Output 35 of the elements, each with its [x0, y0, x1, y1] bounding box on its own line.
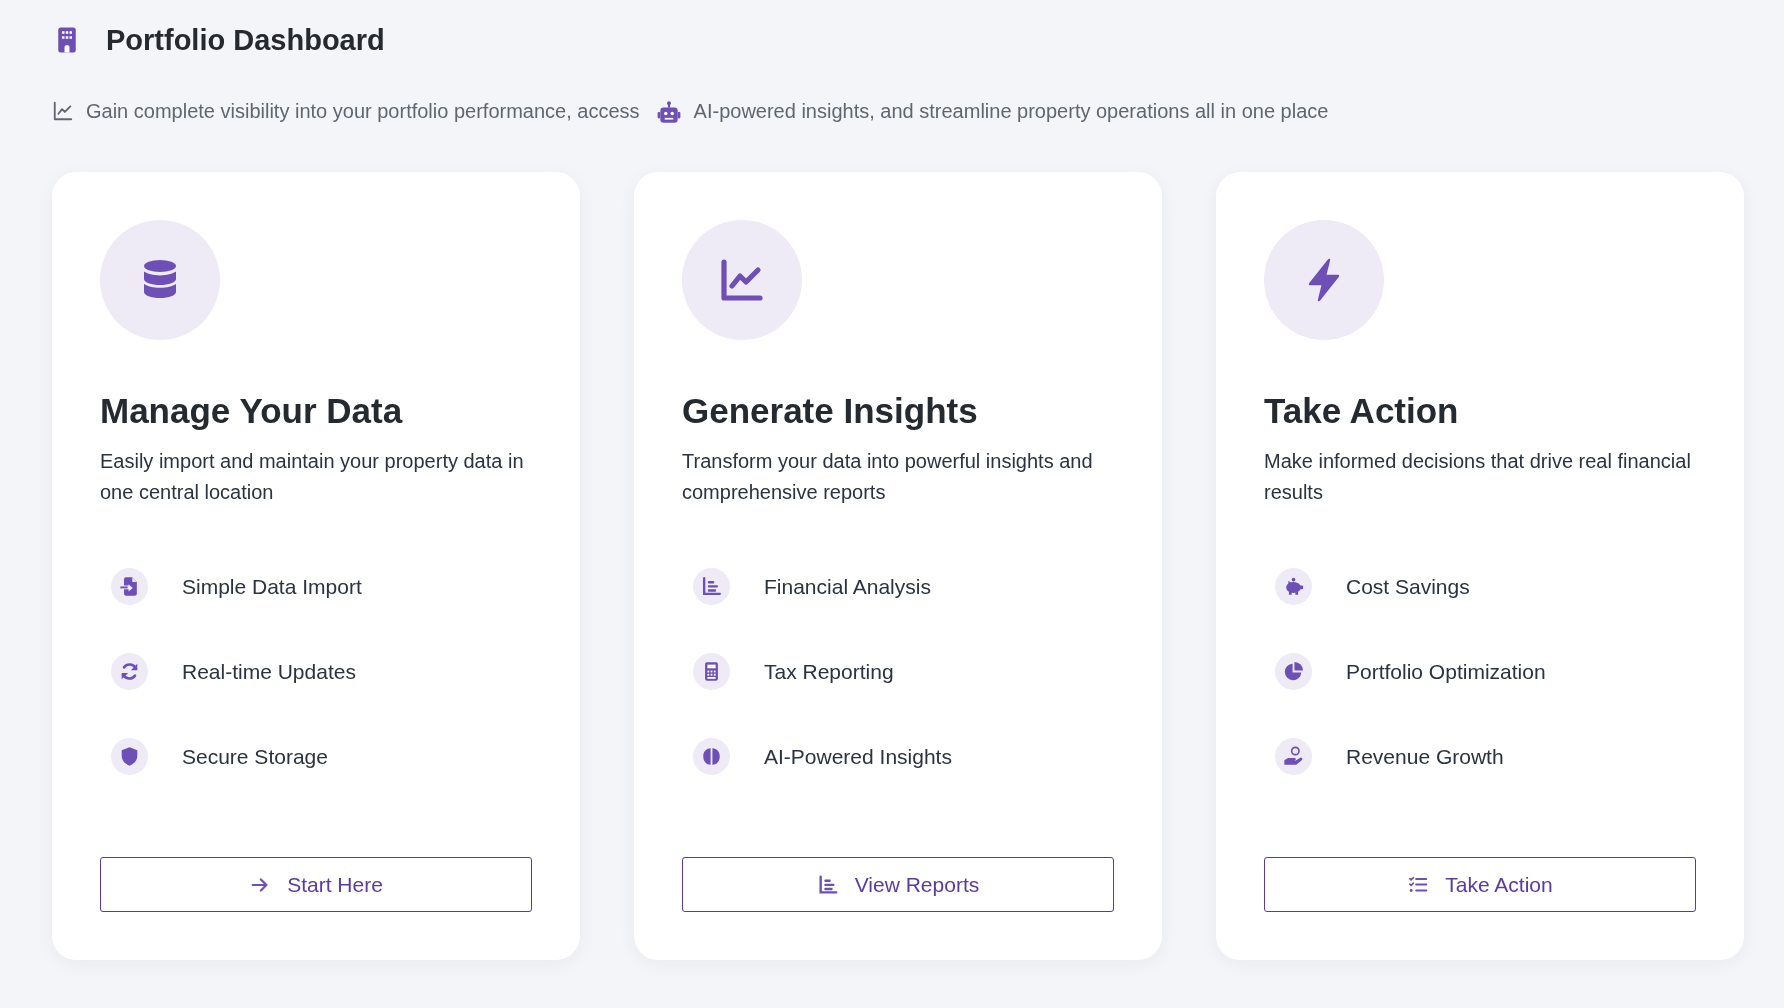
robot-icon [655, 99, 682, 126]
bar-chart-icon [693, 568, 730, 605]
action-button[interactable]: Start Here [100, 857, 532, 912]
refresh-icon [111, 653, 148, 690]
card-title: Manage Your Data [100, 390, 404, 432]
brain-icon [693, 738, 730, 775]
feature-label: Revenue Growth [1346, 743, 1504, 770]
hand-coin-icon [1275, 738, 1312, 775]
action-button[interactable]: Take Action [1264, 857, 1696, 912]
feature-label: Tax Reporting [764, 658, 894, 685]
card-description: Transform your data into powerful insights and comprehensive reports [682, 449, 1094, 505]
feature-label: Real-time Updates [182, 658, 356, 685]
card-title: Generate Insights [682, 390, 979, 432]
lightning-icon [1264, 220, 1384, 340]
feature-label: AI-Powered Insights [764, 743, 952, 770]
action-button[interactable]: View Reports [682, 857, 1114, 912]
card-description: Easily import and maintain your property data in one central location [100, 449, 525, 505]
database-icon [100, 220, 220, 340]
subtitle-text: Gain complete visibility into your portfolio performance, access [86, 99, 640, 124]
feature-label: Simple Data Import [182, 573, 362, 600]
feature-label: Secure Storage [182, 743, 328, 770]
feature-label: Portfolio Optimization [1346, 658, 1546, 685]
feature-label: Cost Savings [1346, 573, 1470, 600]
bar-chart-icon [816, 873, 839, 896]
line-chart-icon [682, 220, 802, 340]
feature-label: Financial Analysis [764, 573, 931, 600]
pie-chart-icon [1275, 653, 1312, 690]
line-chart-icon [52, 100, 74, 122]
card-title: Take Action [1264, 390, 1460, 432]
piggy-bank-icon [1275, 568, 1312, 605]
calculator-icon [693, 653, 730, 690]
shield-icon [111, 738, 148, 775]
page-title: Portfolio Dashboard [106, 22, 385, 58]
subtitle-text: AI-powered insights, and streamline property operations all in one place [693, 99, 1329, 124]
card-description: Make informed decisions that drive real financial results [1264, 449, 1692, 505]
